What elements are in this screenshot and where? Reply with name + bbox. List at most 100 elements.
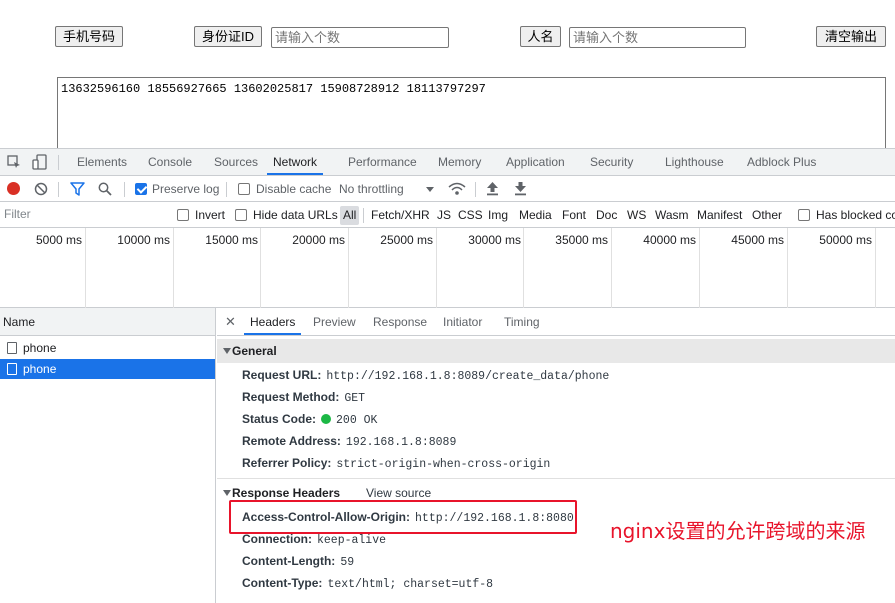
id-card-count-input[interactable]: 请输入个数	[271, 27, 449, 48]
status-ok-icon	[321, 414, 332, 424]
timeline-gridline	[348, 228, 349, 308]
import-har-icon[interactable]	[486, 181, 499, 196]
network-conditions-icon[interactable]	[448, 181, 466, 196]
network-toolbar: Preserve log Disable cache No throttling	[0, 176, 895, 202]
filter-icon[interactable]	[70, 182, 85, 196]
timeline-tick-label: 40000 ms	[643, 233, 696, 247]
tab-memory[interactable]: Memory	[438, 149, 481, 175]
filter-type-css[interactable]: CSS	[458, 202, 483, 228]
has-blocked-cookies-checkbox[interactable]	[798, 209, 810, 221]
expand-triangle-icon	[223, 348, 231, 354]
clear-icon[interactable]	[34, 182, 48, 196]
timeline-gridline	[699, 228, 700, 308]
tab-initiator[interactable]: Initiator	[443, 308, 482, 335]
timeline-tick-label: 5000 ms	[35, 233, 82, 247]
tab-performance[interactable]: Performance	[348, 149, 417, 175]
filter-type-manifest[interactable]: Manifest	[697, 202, 742, 228]
name-column-header[interactable]: Name	[0, 308, 215, 336]
filter-type-doc[interactable]: Doc	[596, 202, 617, 228]
document-icon	[7, 342, 17, 354]
divider	[58, 155, 59, 170]
header-content-type: Content-Type: text/html; charset=utf-8	[242, 576, 494, 591]
highlight-box	[229, 500, 577, 534]
record-icon[interactable]	[7, 182, 20, 195]
hide-data-urls-checkbox[interactable]	[235, 209, 247, 221]
general-referrer-policy: Referrer Policy: strict-origin-when-cross…	[242, 456, 551, 471]
disable-cache-label: Disable cache	[256, 182, 332, 196]
divider	[58, 182, 59, 197]
tab-adblock-plus[interactable]: Adblock Plus	[747, 149, 816, 175]
search-icon[interactable]	[98, 182, 112, 196]
tab-timing[interactable]: Timing	[504, 308, 540, 335]
timeline-gridline	[611, 228, 612, 308]
filter-type-fetch-xhr[interactable]: Fetch/XHR	[371, 202, 430, 228]
filter-type-js[interactable]: JS	[437, 202, 451, 228]
timeline-tick-label: 50000 ms	[819, 233, 872, 247]
devtools-tab-bar: Elements Console Sources Network Perform…	[0, 149, 895, 176]
header-content-length: Content-Length: 59	[242, 554, 355, 569]
tab-sources[interactable]: Sources	[214, 149, 258, 175]
request-list: Name phone phone	[0, 308, 216, 603]
general-request-url: Request URL: http://192.168.1.8:8089/crea…	[242, 368, 610, 383]
person-name-button[interactable]: 人名	[520, 26, 561, 47]
timeline-tick-label: 35000 ms	[555, 233, 608, 247]
close-icon[interactable]: ✕	[225, 308, 236, 335]
output-textarea[interactable]: 13632596160 18556927665 13602025817 1590…	[57, 77, 886, 157]
divider	[475, 182, 476, 197]
response-headers-title: Response Headers	[232, 486, 341, 500]
divider	[226, 182, 227, 197]
has-blocked-cookies-label: Has blocked cookies	[816, 208, 895, 222]
device-toolbar-icon[interactable]	[32, 154, 48, 170]
filter-type-media[interactable]: Media	[519, 202, 552, 228]
tab-network[interactable]: Network	[267, 149, 324, 175]
detail-tab-bar: ✕ Headers Preview Response Initiator Tim…	[217, 308, 895, 336]
general-status-code: Status Code: 200 OK	[242, 412, 378, 427]
divider	[363, 208, 364, 223]
filter-type-all[interactable]: All	[340, 206, 360, 225]
document-icon	[7, 363, 17, 375]
divider	[217, 478, 895, 479]
preserve-log-checkbox[interactable]	[135, 183, 147, 195]
request-name: phone	[23, 341, 57, 355]
filter-type-font[interactable]: Font	[562, 202, 586, 228]
disable-cache-checkbox[interactable]	[238, 183, 250, 195]
invert-checkbox[interactable]	[177, 209, 189, 221]
phone-number-button[interactable]: 手机号码	[55, 26, 123, 47]
filter-type-wasm[interactable]: Wasm	[655, 202, 689, 228]
filter-type-img[interactable]: Img	[488, 202, 508, 228]
request-row[interactable]: phone	[0, 338, 215, 358]
timeline-tick-label: 25000 ms	[380, 233, 433, 247]
clear-output-button[interactable]: 清空输出	[816, 26, 886, 47]
network-overview-timeline[interactable]: 5000 ms 10000 ms 15000 ms 20000 ms 25000…	[0, 228, 895, 308]
annotation-text: nginx设置的允许跨域的来源	[610, 519, 866, 543]
timeline-gridline	[787, 228, 788, 308]
tab-preview[interactable]: Preview	[313, 308, 356, 335]
throttling-select[interactable]: No throttling	[339, 176, 404, 202]
general-request-method: Request Method: GET	[242, 390, 366, 405]
general-remote-address: Remote Address: 192.168.1.8:8089	[242, 434, 457, 449]
filter-input[interactable]: Filter	[0, 203, 164, 226]
timeline-tick-label: 45000 ms	[731, 233, 784, 247]
chevron-down-icon[interactable]	[426, 187, 434, 192]
invert-label: Invert	[195, 208, 226, 222]
tab-security[interactable]: Security	[590, 149, 633, 175]
tab-application[interactable]: Application	[506, 149, 565, 175]
name-count-input[interactable]: 请输入个数	[569, 27, 746, 48]
timeline-gridline	[260, 228, 261, 308]
tab-response[interactable]: Response	[373, 308, 427, 335]
network-filter-bar: Filter Invert Hide data URLs All Fetch/X…	[0, 202, 895, 228]
tab-lighthouse[interactable]: Lighthouse	[665, 149, 724, 175]
general-section-header[interactable]: General	[217, 339, 895, 363]
tab-headers[interactable]: Headers	[244, 308, 302, 335]
timeline-gridline	[85, 228, 86, 308]
request-row-selected[interactable]: phone	[0, 359, 215, 379]
export-har-icon[interactable]	[514, 181, 527, 196]
tab-elements[interactable]: Elements	[77, 149, 127, 175]
filter-type-other[interactable]: Other	[752, 202, 782, 228]
filter-type-ws[interactable]: WS	[627, 202, 646, 228]
timeline-gridline	[436, 228, 437, 308]
id-card-button[interactable]: 身份证ID	[194, 26, 262, 47]
timeline-tick-label: 15000 ms	[205, 233, 258, 247]
inspect-element-icon[interactable]	[7, 155, 21, 169]
tab-console[interactable]: Console	[148, 149, 192, 175]
